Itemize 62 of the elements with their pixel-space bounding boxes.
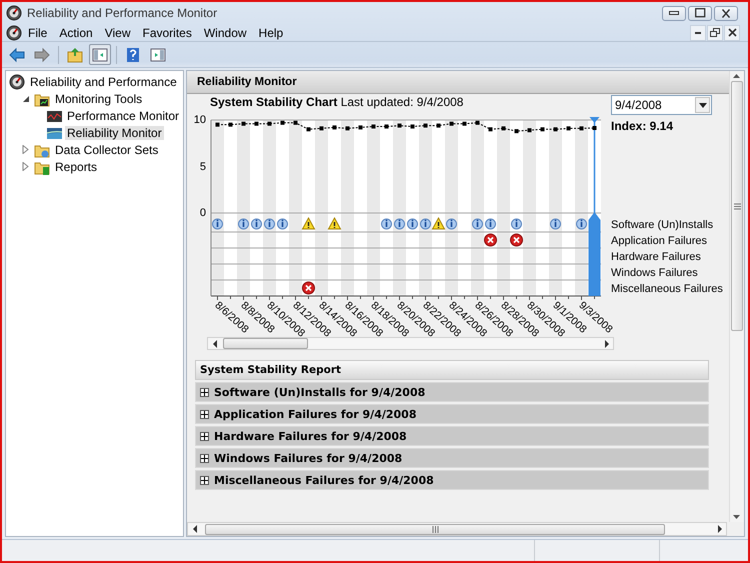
panel-header: Reliability Monitor: [187, 71, 729, 94]
scroll-left-icon[interactable]: [212, 340, 218, 348]
lane-label: Windows Failures: [611, 266, 699, 281]
date-dropdown[interactable]: 9/4/2008: [611, 95, 712, 115]
warning-icon: [302, 216, 316, 230]
scale-label: 0: [200, 206, 206, 220]
close-icon: [722, 8, 730, 18]
close-icon: [728, 28, 736, 37]
stability-index: Index: 9.14: [611, 119, 674, 135]
lane-label: Application Failures: [611, 234, 708, 249]
menu-item[interactable]: Window: [198, 26, 253, 40]
minimize-icon: [669, 11, 679, 15]
close-button[interactable]: [724, 24, 740, 40]
restore-icon: [710, 28, 720, 37]
tree-item[interactable]: Monitoring Tools: [53, 92, 144, 106]
maximize-icon: [694, 8, 706, 18]
menu-item[interactable]: Favorites: [136, 26, 198, 40]
report-section[interactable]: Windows Failures for 9/4/2008: [195, 448, 709, 468]
expanded-arrow-icon[interactable]: [22, 94, 30, 102]
minimize-button[interactable]: [662, 6, 686, 20]
tree-item[interactable]: Reports: [53, 160, 100, 174]
dropdown-arrow-icon[interactable]: [698, 102, 706, 108]
horizontal-scrollbar[interactable]: [187, 522, 727, 536]
minimize-icon: [695, 32, 701, 34]
minimize-button[interactable]: [690, 24, 706, 40]
lane-label: Software (Un)Installs: [611, 218, 714, 233]
report-section[interactable]: Software (Un)Installs for 9/4/2008: [195, 382, 709, 402]
menu-item[interactable]: File: [22, 26, 54, 40]
scroll-left-icon[interactable]: [192, 525, 198, 533]
scale-label: 10: [194, 113, 206, 127]
gauge-icon: [9, 74, 25, 90]
close-button[interactable]: [714, 6, 738, 20]
grip-icon: [734, 202, 740, 210]
warning-icon: [432, 216, 446, 230]
lane-label: Hardware Failures: [611, 250, 702, 265]
scroll-right-icon[interactable]: [604, 340, 610, 348]
menu-item[interactable]: View: [98, 26, 136, 40]
app-icon[interactable]: [6, 24, 22, 40]
scroll-right-icon[interactable]: [716, 525, 722, 533]
app-icon: [6, 5, 22, 21]
lane-label: Miscellaneous Failures: [611, 282, 724, 297]
chart-title: System Stability Chart Last updated: 9/4/2008: [209, 94, 464, 111]
window-title: Reliability and Performance Monitor: [27, 6, 218, 20]
tree-item[interactable]: Reliability Monitor: [65, 126, 164, 140]
vertical-scrollbar[interactable]: [729, 71, 744, 522]
restore-button[interactable]: [707, 24, 723, 40]
menu-item[interactable]: Action: [53, 26, 99, 40]
report-header: System Stability Report: [195, 360, 709, 380]
menu-item[interactable]: Help: [252, 26, 290, 40]
warning-icon: [328, 216, 342, 230]
tree-item[interactable]: Data Collector Sets: [53, 142, 160, 156]
report-section[interactable]: Hardware Failures for 9/4/2008: [195, 426, 709, 446]
tree-item[interactable]: Reliability and Performance: [28, 74, 179, 88]
maximize-button[interactable]: [688, 6, 712, 20]
collapsed-arrow-icon[interactable]: [22, 162, 30, 171]
scale-label: 5: [200, 160, 206, 174]
horizontal-scrollbar[interactable]: [207, 337, 614, 350]
collapsed-arrow-icon[interactable]: [22, 145, 30, 154]
report-section[interactable]: Miscellaneous Failures for 9/4/2008: [195, 470, 709, 490]
grip-icon: [432, 526, 438, 532]
tree-item[interactable]: Performance Monitor: [65, 108, 182, 122]
report-section[interactable]: Application Failures for 9/4/2008: [195, 404, 709, 424]
